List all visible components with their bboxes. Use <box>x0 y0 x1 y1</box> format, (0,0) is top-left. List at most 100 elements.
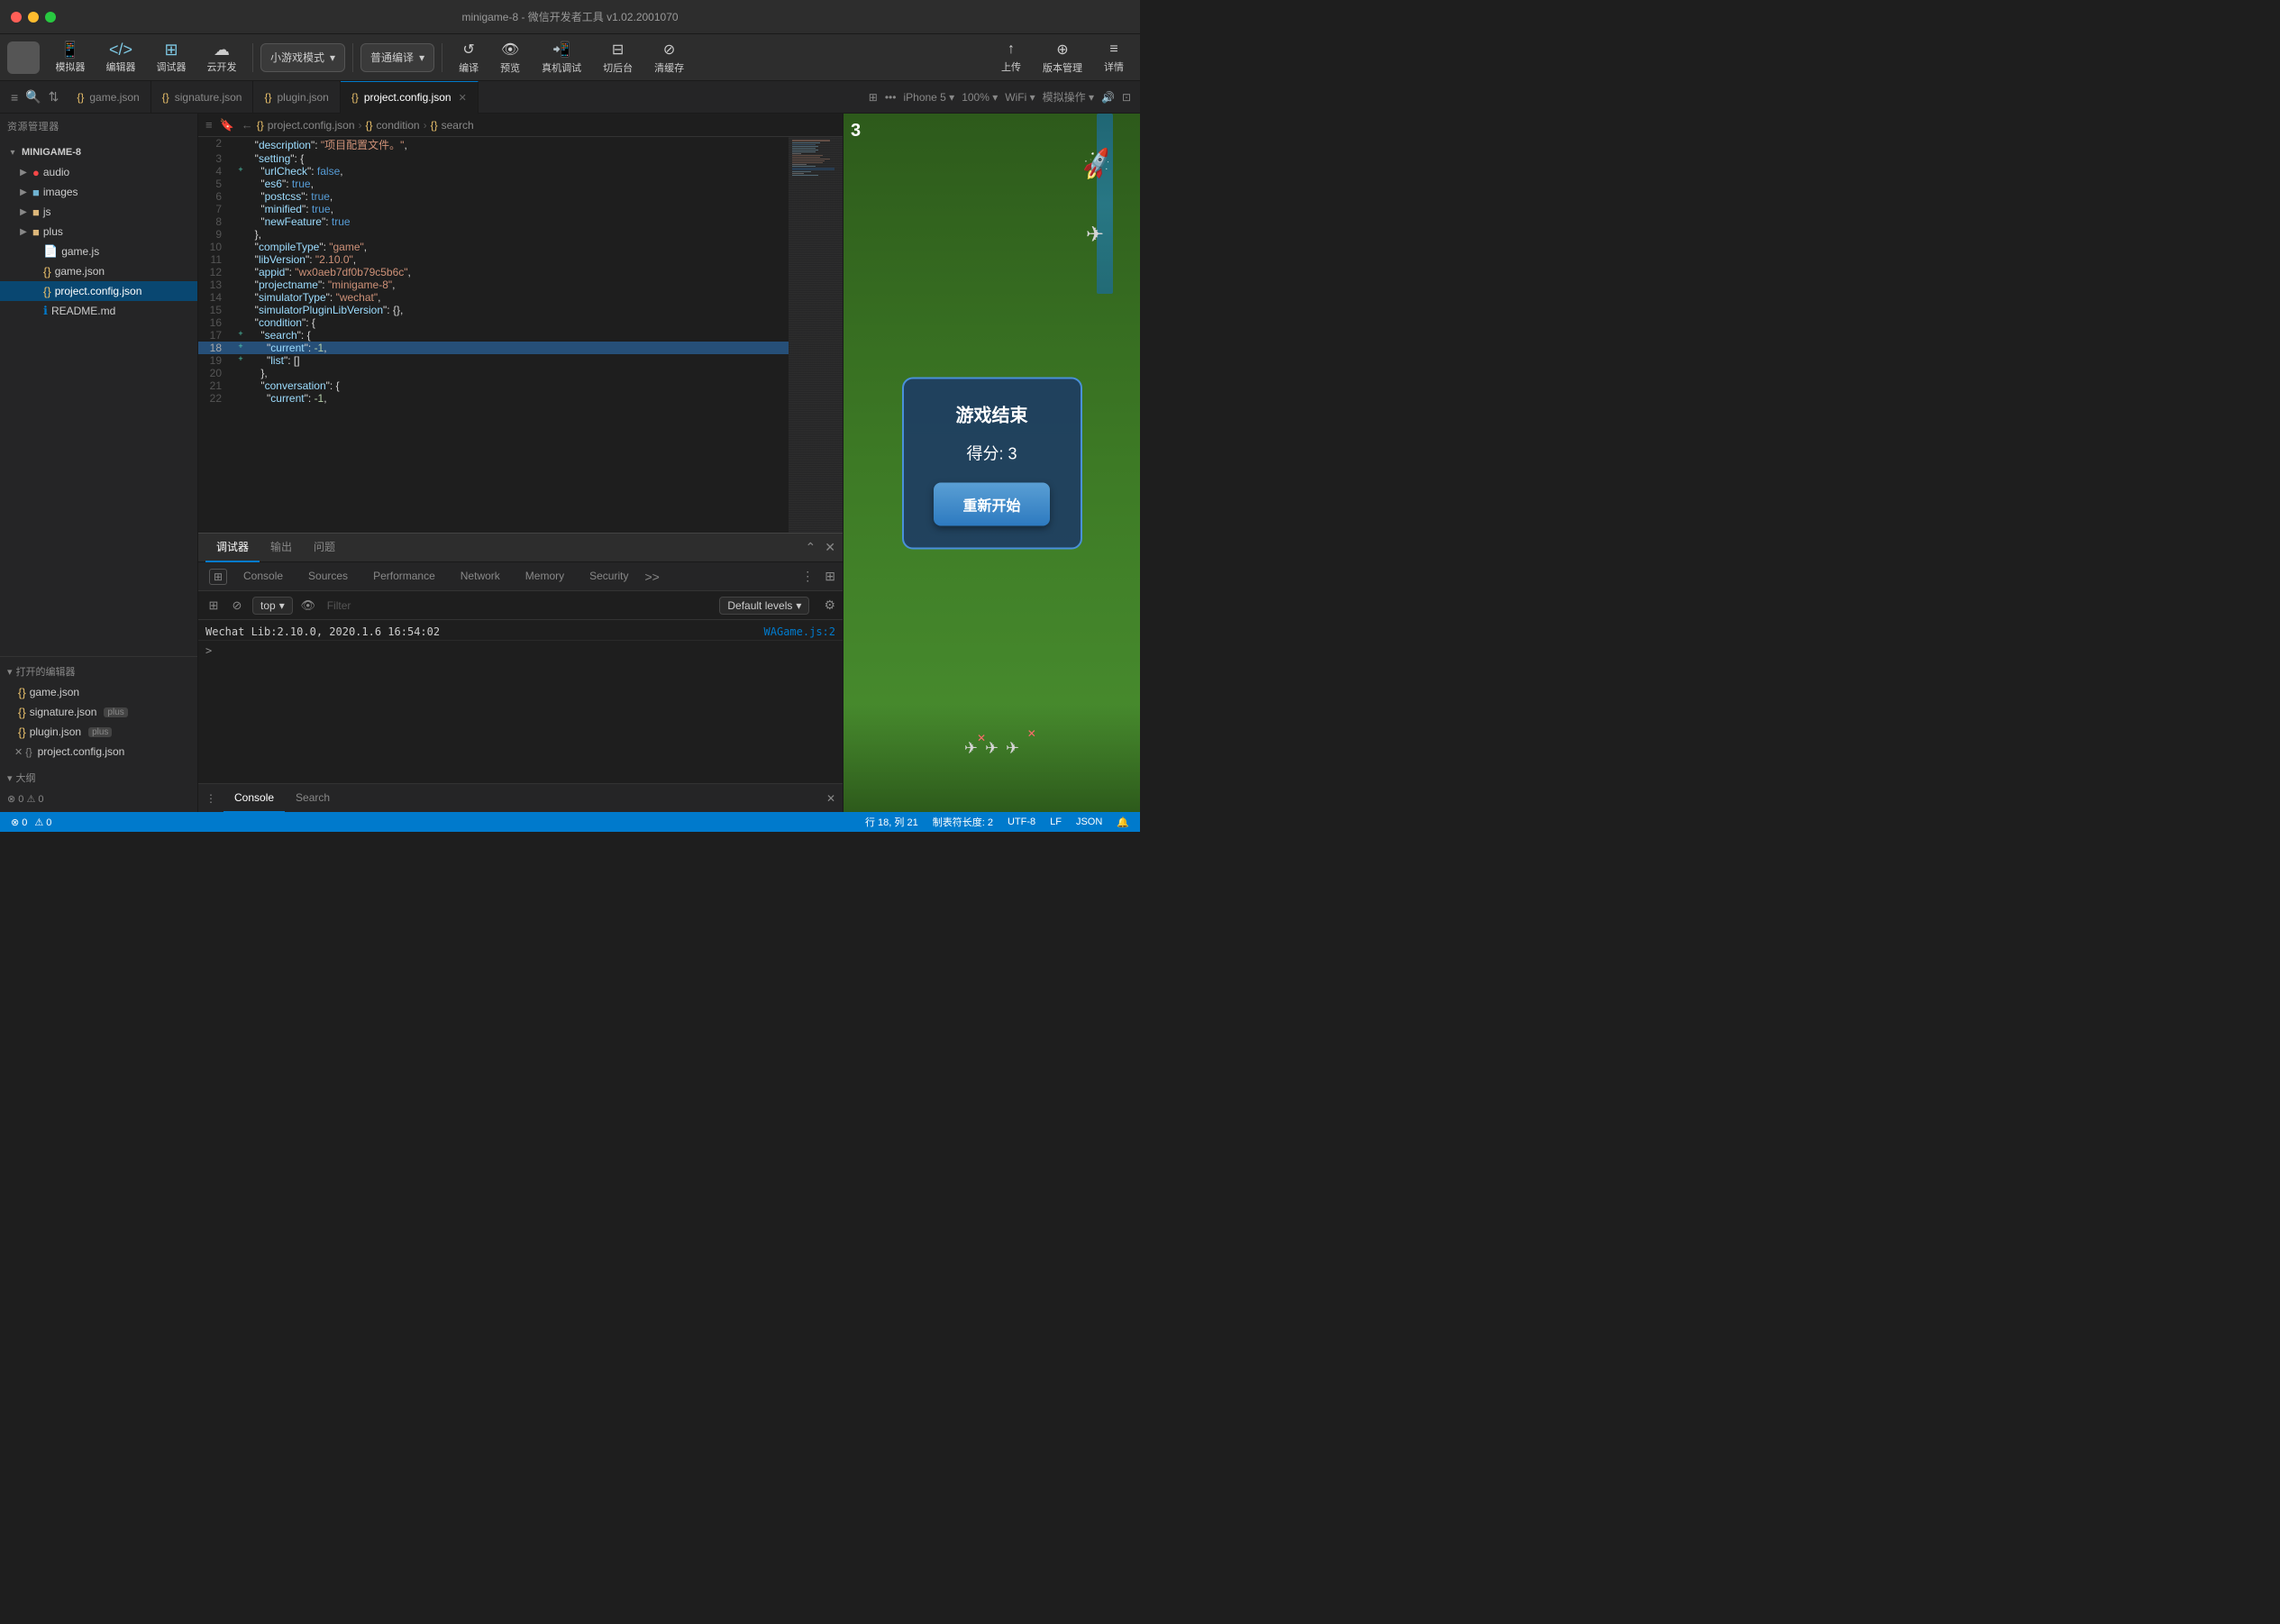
arrow-icon: ▶ <box>18 227 29 237</box>
tree-item-readme[interactable]: ℹ README.md <box>0 301 197 321</box>
tab-project-config[interactable]: {} project.config.json ✕ <box>341 81 479 114</box>
bottom-tab-search[interactable]: Search <box>285 784 341 813</box>
sound-icon[interactable]: 🔊 <box>1101 91 1115 104</box>
tab-plugin-json[interactable]: {} plugin.json <box>253 81 340 114</box>
detail-button[interactable]: ≡ 详情 <box>1095 39 1133 77</box>
inner-tab-memory[interactable]: Memory <box>513 562 577 591</box>
more-tabs-icon[interactable]: >> <box>644 570 659 584</box>
upload-button[interactable]: ↑ 上传 <box>992 39 1030 77</box>
row-col[interactable]: 行 18, 列 21 <box>865 815 918 829</box>
warning-count[interactable]: ⚠ 0 <box>34 817 51 828</box>
eye-icon[interactable]: 👁 <box>300 598 316 614</box>
fullscreen-icon[interactable]: ⊡ <box>1122 91 1131 104</box>
upload-icon: ↑ <box>1008 41 1015 58</box>
minimap <box>789 137 843 533</box>
devtools-dock-icon[interactable]: ⊞ <box>825 569 835 584</box>
devtools-more-icon[interactable]: ⋮ <box>801 569 814 584</box>
tree-item-plus[interactable]: ▶ ■ plus <box>0 222 197 242</box>
version-button[interactable]: ⊕ 版本管理 <box>1034 38 1091 78</box>
tab-signature-json[interactable]: {} signature.json <box>151 81 254 114</box>
tree-item-js[interactable]: ▶ ■ js <box>0 202 197 222</box>
file-icon: {} <box>43 285 51 298</box>
close-button[interactable] <box>11 12 22 23</box>
backend-button[interactable]: ⊟ 切后台 <box>594 38 642 78</box>
inner-tab-performance[interactable]: Performance <box>360 562 448 591</box>
bottom-close-icon[interactable]: ✕ <box>826 792 835 805</box>
tab-json-icon: {} <box>162 91 169 104</box>
list-icon[interactable]: ≡ <box>205 118 213 132</box>
devtools-tab-right: ⌃ ✕ <box>806 540 835 555</box>
mode-dropdown[interactable]: 小游戏模式 ▾ <box>260 43 345 72</box>
tab-size[interactable]: 制表符长度: 2 <box>933 815 993 829</box>
bc-project-config[interactable]: project.config.json <box>268 119 355 132</box>
maximize-button[interactable] <box>45 12 56 23</box>
devtools-tab-debugger[interactable]: 调试器 <box>205 534 260 562</box>
sidebar: 资源管理器 ▾ MINIGAME-8 ▶ ● audio ▶ ■ images … <box>0 114 198 812</box>
eol[interactable]: LF <box>1050 817 1062 827</box>
tree-item-game-js[interactable]: 📄 game.js <box>0 242 197 261</box>
bottom-tab-console[interactable]: Console <box>223 784 285 813</box>
code-line: 12 "appid": "wx0aeb7df0b79c5b6c", <box>198 266 789 278</box>
close-panel-icon[interactable]: ✕ <box>825 540 835 555</box>
open-editor-project-config[interactable]: ✕ {} project.config.json <box>0 742 197 762</box>
devtools-tab-output[interactable]: 输出 <box>260 534 303 562</box>
tree-item-images[interactable]: ▶ ■ images <box>0 182 197 202</box>
filter-input[interactable] <box>324 598 713 614</box>
inner-tab-security[interactable]: Security <box>577 562 641 591</box>
level-selector[interactable]: Default levels ▾ <box>719 597 809 615</box>
expand-icon[interactable]: ⌃ <box>806 540 816 555</box>
compile-button[interactable]: ↺ 编译 <box>450 38 488 78</box>
minimize-button[interactable] <box>28 12 39 23</box>
file-label: project.config.json <box>38 745 125 758</box>
editor-button[interactable]: </> 编辑器 <box>97 38 144 78</box>
file-label: js <box>43 205 51 218</box>
back-icon[interactable]: ← <box>242 118 253 132</box>
inner-tab-console[interactable]: Console <box>231 562 296 591</box>
sort-icon[interactable]: ⇅ <box>49 89 59 105</box>
wifi-label: WiFi ▾ <box>1005 91 1035 104</box>
tree-item-project-config[interactable]: {} project.config.json <box>0 281 197 301</box>
bc-condition[interactable]: condition <box>377 119 420 132</box>
clear-console-icon[interactable]: ⊘ <box>229 598 245 614</box>
devtools-tab-issues[interactable]: 问题 <box>303 534 346 562</box>
restart-button[interactable]: 重新开始 <box>934 482 1049 525</box>
compile-dropdown[interactable]: 普通编译 ▾ <box>360 43 434 72</box>
realtest-button[interactable]: 📲 真机调试 <box>533 38 590 78</box>
bc-search[interactable]: search <box>442 119 474 132</box>
sidebar-toggle-icon[interactable]: ≡ <box>11 90 18 105</box>
bell-icon[interactable]: 🔔 <box>1117 817 1129 828</box>
clear-button[interactable]: ⊘ 清缓存 <box>645 38 693 78</box>
open-editor-signature[interactable]: {} signature.json plus <box>0 702 197 722</box>
debugger-button[interactable]: ⊞ 调试器 <box>148 38 195 78</box>
console-gear-icon[interactable]: ⚙ <box>824 598 835 613</box>
tab-json-icon: {} <box>351 91 359 104</box>
error-count[interactable]: ⊗ 0 <box>11 817 27 828</box>
open-editor-plugin[interactable]: {} plugin.json plus <box>0 722 197 742</box>
console-nav-btn[interactable]: ⊞ <box>205 598 222 614</box>
cloud-button[interactable]: ☁ 云开发 <box>198 38 245 78</box>
open-editor-game-json[interactable]: {} game.json <box>0 682 197 702</box>
simulator-button[interactable]: 📱 模拟器 <box>47 38 94 78</box>
realtest-icon: 📲 <box>552 41 570 59</box>
tab-more-icon[interactable]: ••• <box>885 91 897 104</box>
tree-project-root[interactable]: ▾ MINIGAME-8 <box>0 142 197 162</box>
tree-item-audio[interactable]: ▶ ● audio <box>0 162 197 182</box>
tree-item-game-json[interactable]: {} game.json <box>0 261 197 281</box>
language[interactable]: JSON <box>1076 817 1102 827</box>
open-editors-title[interactable]: ▾ 打开的编辑器 <box>0 661 197 682</box>
inner-tab-sources[interactable]: Sources <box>296 562 360 591</box>
split-editor-icon[interactable]: ⊞ <box>869 91 878 104</box>
tab-game-json[interactable]: {} game.json <box>66 81 150 114</box>
bookmark-icon[interactable]: 🔖 <box>220 118 234 132</box>
search-icon[interactable]: 🔍 <box>25 89 41 105</box>
top-frame-selector[interactable]: top ▾ <box>252 597 293 615</box>
outline-title[interactable]: ▾ 大纲 <box>0 767 197 789</box>
encoding[interactable]: UTF-8 <box>1008 817 1035 827</box>
code-line: 8 "newFeature": true <box>198 215 789 228</box>
preview-button[interactable]: 👁 预览 <box>491 38 529 78</box>
tab-close-icon[interactable]: ✕ <box>459 92 467 104</box>
inner-tab-network[interactable]: Network <box>448 562 513 591</box>
bottom-bar-menu-icon[interactable]: ⋮ <box>205 792 216 805</box>
code-editor[interactable]: 2 "description": "项目配置文件。", 3 "setting":… <box>198 137 789 533</box>
code-line-highlighted: 18 + "current": -1, <box>198 342 789 354</box>
